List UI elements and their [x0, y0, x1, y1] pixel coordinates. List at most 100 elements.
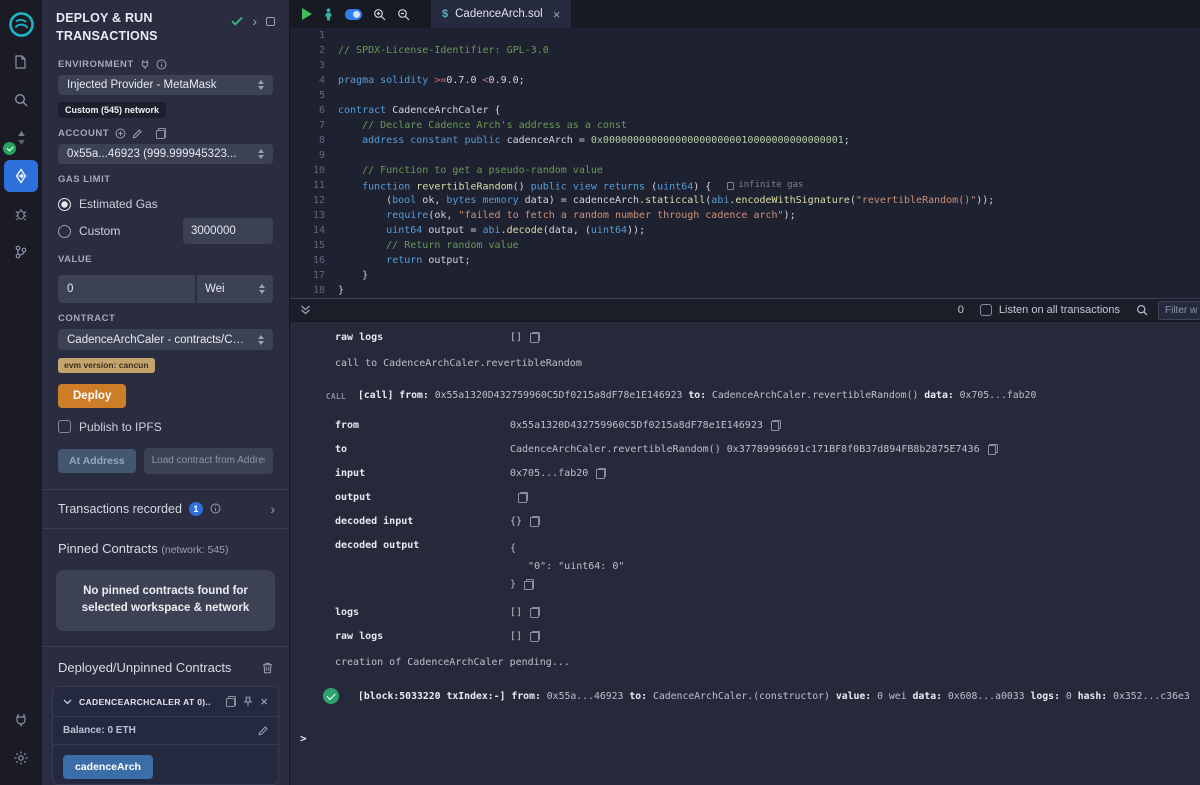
gas-limit-label: GAS LIMIT [58, 174, 273, 185]
copy-icon[interactable] [530, 631, 540, 642]
code-line[interactable]: 18} [290, 283, 1200, 298]
select-arrows-icon [259, 284, 265, 294]
popout-icon[interactable] [266, 17, 275, 26]
line-content: // Return random value [338, 238, 519, 253]
close-tab-icon[interactable]: × [553, 7, 561, 22]
at-address-input[interactable] [144, 448, 273, 474]
info-icon[interactable] [156, 59, 167, 70]
custom-gas-input[interactable] [183, 218, 273, 244]
code-line[interactable]: 8 address constant public cadenceArch = … [290, 133, 1200, 148]
environment-value: Injected Provider - MetaMask [67, 79, 217, 91]
solidity-compiler-icon[interactable] [4, 122, 38, 154]
copy-icon[interactable] [530, 607, 540, 618]
add-account-icon[interactable] [115, 128, 126, 139]
copy-icon[interactable] [524, 579, 534, 590]
code-line[interactable]: 2// SPDX-License-Identifier: GPL-3.0 [290, 43, 1200, 58]
code-line[interactable]: 15 // Return random value [290, 238, 1200, 253]
at-address-button[interactable]: At Address [58, 449, 136, 473]
remix-logo[interactable] [4, 8, 38, 40]
code-line[interactable]: 3 [290, 58, 1200, 73]
line-content: (bool ok, bytes memory data) = cadenceAr… [338, 193, 994, 208]
code-line[interactable]: 17 } [290, 268, 1200, 283]
copy-icon[interactable] [771, 420, 781, 431]
code-line[interactable]: 1 [290, 28, 1200, 43]
pinned-empty-message: No pinned contracts found for selected w… [56, 570, 275, 632]
custom-gas-label: Custom [79, 224, 120, 238]
zoom-out-icon[interactable] [397, 8, 410, 21]
radio-icon[interactable] [58, 225, 71, 238]
debugger-icon[interactable] [4, 198, 38, 230]
info-icon[interactable] [210, 503, 221, 514]
git-icon[interactable] [4, 236, 38, 268]
terminal-call-row[interactable]: CALL[call] from: 0x55a1320D432759960C5Df… [290, 378, 1200, 413]
environment-select[interactable]: Injected Provider - MetaMask [58, 75, 273, 95]
plugin-manager-icon[interactable] [4, 704, 38, 736]
transactions-recorded-row[interactable]: Transactions recorded 1 › [42, 490, 289, 528]
expand-terminal-icon[interactable] [300, 305, 311, 315]
terminal-log-row: toCadenceArchCaler.revertibleRandom() 0x… [290, 437, 1200, 461]
code-line[interactable]: 12 (bool ok, bytes memory data) = cadenc… [290, 193, 1200, 208]
function-button-cadencearch[interactable]: cadenceArch [63, 755, 153, 779]
account-select[interactable]: 0x55a...46923 (999.999945323... [58, 144, 273, 164]
gas-estimate-annotation: infinite gas [727, 178, 803, 193]
line-content: pragma solidity >=0.7.0 <0.9.0; [338, 73, 525, 88]
listen-all-checkbox[interactable] [980, 304, 992, 316]
publish-ipfs-checkbox[interactable] [58, 420, 71, 433]
run-script-icon[interactable] [302, 8, 312, 20]
terminal-filter-input[interactable] [1158, 301, 1200, 320]
radio-selected-icon[interactable] [58, 198, 71, 211]
code-line[interactable]: 5 [290, 88, 1200, 103]
line-number: 17 [290, 268, 338, 283]
code-line[interactable]: 9 [290, 148, 1200, 163]
listen-all-label: Listen on all transactions [999, 304, 1120, 316]
chevron-right-icon[interactable]: › [270, 502, 275, 516]
terminal[interactable]: raw logs[]call to CadenceArchCaler.rever… [290, 322, 1200, 785]
terminal-prompt[interactable]: > [290, 716, 1200, 745]
copy-icon[interactable] [518, 492, 528, 503]
terminal-search-icon[interactable] [1136, 304, 1148, 316]
code-line[interactable]: 10 // Function to get a pseudo-random va… [290, 163, 1200, 178]
editor-tab-cadencearch[interactable]: $ CadenceArch.sol × [431, 0, 571, 28]
edit-icon[interactable] [132, 129, 142, 139]
close-icon[interactable]: × [260, 695, 268, 708]
copy-icon[interactable] [226, 696, 236, 707]
deploy-button[interactable]: Deploy [58, 384, 126, 408]
code-line[interactable]: 4pragma solidity >=0.7.0 <0.9.0; [290, 73, 1200, 88]
call-tag: CALL [326, 392, 346, 401]
copy-icon[interactable] [988, 444, 998, 455]
line-number: 5 [290, 88, 338, 103]
walkthrough-icon[interactable] [323, 8, 334, 21]
copy-icon[interactable] [596, 468, 606, 479]
log-value: [] [510, 332, 540, 343]
copy-icon[interactable] [530, 516, 540, 527]
file-explorer-icon[interactable] [4, 46, 38, 78]
code-line[interactable]: 16 return output; [290, 253, 1200, 268]
code-line[interactable]: 7 // Declare Cadence Arch's address as a… [290, 118, 1200, 133]
contract-select[interactable]: CadenceArchCaler - contracts/Cac... [58, 329, 273, 349]
main-area: $ CadenceArch.sol × 12// SPDX-License-Id… [290, 0, 1200, 785]
value-input[interactable] [58, 275, 195, 303]
code-line[interactable]: 11 function revertibleRandom() public vi… [290, 178, 1200, 193]
chevron-right-icon[interactable]: › [252, 14, 257, 28]
settings-icon[interactable] [4, 742, 38, 774]
solidity-file-icon: $ [442, 8, 448, 20]
deploy-run-icon[interactable] [4, 160, 38, 192]
search-icon[interactable] [4, 84, 38, 116]
code-editor[interactable]: 12// SPDX-License-Identifier: GPL-3.034p… [290, 28, 1200, 298]
zoom-in-icon[interactable] [373, 8, 386, 21]
edit-icon[interactable] [258, 726, 268, 736]
code-line[interactable]: 14 uint64 output = abi.decode(data, (uin… [290, 223, 1200, 238]
pin-icon[interactable] [243, 696, 253, 707]
terminal-success-row[interactable]: [block:5033220 txIndex:-] from: 0x55a...… [290, 677, 1200, 716]
preview-toggle-icon[interactable] [345, 9, 362, 20]
estimated-gas-option[interactable]: Estimated Gas [58, 197, 273, 211]
contract-card-header[interactable]: CADENCEARCHCALER AT 0)... × [53, 687, 278, 717]
code-line[interactable]: 13 require(ok, "failed to fetch a random… [290, 208, 1200, 223]
copy-icon[interactable] [530, 332, 540, 343]
copy-icon[interactable] [156, 128, 166, 139]
code-line[interactable]: 6contract CadenceArchCaler { [290, 103, 1200, 118]
publish-ipfs-row[interactable]: Publish to IPFS [58, 420, 273, 434]
trash-icon[interactable] [262, 662, 273, 674]
custom-gas-option[interactable]: Custom [58, 224, 120, 238]
value-unit-select[interactable]: Wei [197, 275, 273, 303]
